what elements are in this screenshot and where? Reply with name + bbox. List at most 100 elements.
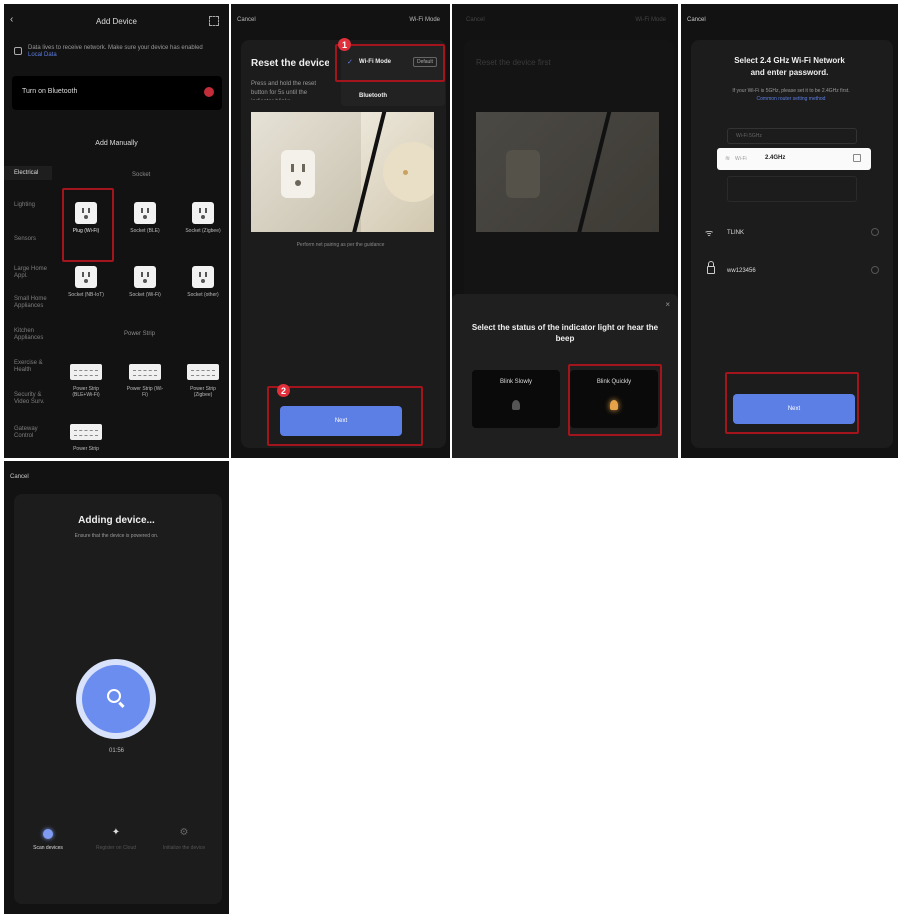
location-notice: Data lives to receive network. Make sure… — [12, 42, 224, 64]
mode-selector[interactable]: Wi-Fi Mode — [409, 17, 440, 23]
sidebar-item[interactable]: Gateway Control — [14, 426, 54, 440]
reset-illustration — [251, 112, 434, 232]
wifi-selection-screen: Cancel Select 2.4 GHz Wi-Fi Network and … — [681, 4, 898, 458]
sheet-question: Select the status of the indicator light… — [471, 323, 659, 343]
step-scan: Scan devices — [24, 829, 72, 869]
ssid-switch-icon[interactable] — [871, 228, 879, 236]
menu-item-bluetooth[interactable]: Bluetooth — [359, 93, 387, 99]
sidebar-item[interactable]: Small Home Appliances — [14, 296, 54, 310]
band-label: Wi-Fi — [735, 156, 747, 162]
group-title-socket: Socket — [132, 172, 151, 178]
search-icon — [107, 689, 121, 703]
wifi-hint: If your Wi-Fi is 5GHz, please set it to … — [732, 88, 850, 94]
band-24ghz-row[interactable]: ≋ Wi-Fi 2.4GHz — [717, 148, 871, 170]
sidebar-item[interactable]: Large Home Appl. — [14, 266, 54, 280]
device-label: Socket (BLE) — [130, 228, 160, 234]
adding-subtitle: Ensure that the device is powered on. — [74, 533, 159, 539]
device-label: Power Strip (BLE+Wi-Fi) — [72, 386, 100, 398]
power-strip-icon[interactable] — [129, 364, 161, 380]
card-title: Reset the device — [251, 58, 329, 69]
adding-device-screen: Cancel Adding device... Ensure that the … — [4, 461, 229, 914]
socket-ble-icon[interactable] — [134, 202, 156, 224]
wifi-title-line1: Select 2.4 GHz Wi-Fi Network — [734, 56, 845, 65]
socket-zigbee-icon[interactable] — [192, 202, 214, 224]
power-strip-icon[interactable] — [187, 364, 219, 380]
ssid-field[interactable]: TLINK — [727, 230, 744, 236]
sidebar-item[interactable]: Exercise & Health — [14, 360, 54, 374]
option-label: Blink Slowly — [499, 379, 532, 385]
band-check-icon — [853, 154, 861, 162]
socket-wifi-icon[interactable] — [134, 266, 156, 288]
plug-wifi-highlight — [62, 188, 114, 262]
band-label: Wi-Fi 5GHz — [736, 133, 762, 139]
sparkle-icon: ✦ — [111, 827, 121, 838]
group-title-strip: Power Strip — [124, 331, 156, 337]
card-description: Press and hold the reset button for 5s u… — [251, 81, 317, 100]
sidebar-item[interactable]: Lighting — [14, 202, 54, 209]
wifi-icon: ≋ — [725, 156, 731, 162]
bluetooth-toggle-icon[interactable] — [204, 87, 214, 97]
bulb-icon — [512, 400, 520, 410]
blink-quickly-highlight — [568, 364, 662, 436]
show-password-icon[interactable] — [871, 266, 879, 274]
band-value: 2.4GHz — [765, 155, 786, 161]
band-empty-row — [727, 176, 857, 202]
sidebar-item[interactable]: Electrical — [14, 170, 54, 177]
page-title: Add Device — [96, 17, 137, 26]
reset-device-screen: Cancel Wi-Fi Mode Reset the device Press… — [231, 4, 450, 458]
device-label: Power Strip (Zigbee) — [190, 386, 216, 398]
step-active-icon — [43, 829, 53, 839]
wifi-signal-icon: ᯤ — [705, 228, 714, 238]
router-setting-link[interactable]: Common router setting method — [701, 96, 881, 102]
adding-title: Adding device... — [78, 515, 155, 526]
pairing-caption: Perform net pairing as per the guidance — [296, 242, 385, 248]
sidebar-item[interactable]: Security & Video Surv. — [14, 392, 54, 406]
step-badge: 2 — [277, 384, 290, 397]
bluetooth-banner[interactable]: Turn on Bluetooth — [12, 76, 222, 110]
bottom-sheet: × Select the status of the indicator lig… — [452, 294, 678, 458]
device-label: Socket (Zigbee) — [185, 228, 221, 234]
step-label: Register on Cloud — [95, 845, 137, 851]
indicator-status-screen: Cancel Wi-Fi Mode Reset the device first… — [452, 4, 678, 458]
step-label: Initialize the device — [162, 845, 206, 851]
notice-link[interactable]: Local Data — [28, 52, 57, 58]
step-label: Scan devices — [33, 845, 63, 851]
device-label: Socket (other) — [187, 292, 219, 298]
close-icon[interactable]: × — [665, 300, 670, 309]
device-label: Power Strip (Wi-Fi) — [126, 386, 164, 398]
mode-selector[interactable]: Wi-Fi Mode — [635, 17, 666, 23]
password-field[interactable]: ww123456 — [727, 268, 756, 274]
socket-other-icon[interactable] — [192, 266, 214, 288]
add-device-screen: ‹ Add Device Data lives to receive netwo… — [4, 4, 229, 458]
lock-shackle — [708, 261, 714, 267]
next-highlight — [725, 372, 859, 434]
step-init: ⚙ Initialize the device — [160, 827, 208, 869]
sidebar-item[interactable]: Sensors — [14, 236, 54, 243]
cancel-button[interactable]: Cancel — [687, 17, 706, 23]
power-strip-icon[interactable] — [70, 364, 102, 380]
bluetooth-label: Turn on Bluetooth — [22, 88, 78, 95]
gear-icon: ⚙ — [179, 827, 189, 838]
countdown-timer: 01:56 — [108, 748, 124, 754]
cancel-button[interactable]: Cancel — [237, 17, 256, 23]
option-blink-slowly[interactable]: Blink Slowly — [472, 370, 560, 428]
dimmed-title: Reset the device first — [476, 58, 551, 67]
cancel-button[interactable]: Cancel — [466, 17, 485, 23]
sidebar-item[interactable]: Kitchen Appliances — [14, 328, 54, 342]
section-title: Add Manually — [95, 140, 138, 147]
lock-icon — [707, 266, 715, 274]
scan-icon[interactable] — [209, 16, 219, 26]
dimmed-photo — [476, 112, 659, 232]
device-label: Power Strip — [73, 446, 99, 452]
notice-text: Data lives to receive network. Make sure… — [28, 45, 203, 51]
wifi-mode-highlight — [335, 44, 445, 82]
outlet-icon — [281, 150, 315, 198]
device-glow — [383, 142, 434, 202]
device-label: Socket (Wi-Fi) — [129, 292, 161, 298]
power-strip-icon[interactable] — [70, 424, 102, 440]
step-cloud: ✦ Register on Cloud — [92, 827, 140, 869]
band-5ghz-row: Wi-Fi 5GHz — [727, 128, 857, 144]
cancel-button[interactable]: Cancel — [10, 474, 29, 480]
socket-nbiot-icon[interactable] — [75, 266, 97, 288]
device-label: Socket (NB-IoT) — [68, 292, 104, 298]
